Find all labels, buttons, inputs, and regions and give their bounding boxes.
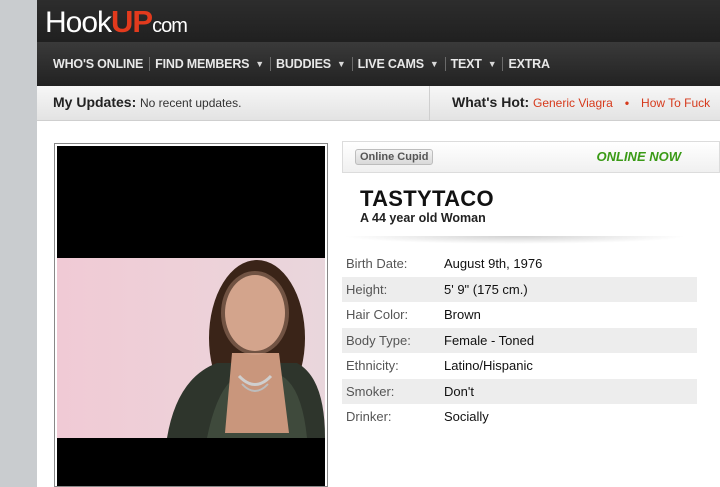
nav-label: FIND MEMBERS: [155, 57, 250, 71]
nav-label: BUDDIES: [276, 57, 331, 71]
section-divider: [342, 236, 688, 244]
caret-down-icon: ▼: [255, 59, 265, 69]
nav-divider: [270, 57, 272, 71]
profile-photo[interactable]: [57, 146, 325, 486]
detail-value: 5' 9" (175 cm.): [444, 281, 528, 297]
detail-value: Don't: [444, 383, 474, 399]
detail-row: Height: 5' 9" (175 cm.): [342, 276, 697, 302]
detail-value: Latino/Hispanic: [444, 358, 533, 374]
detail-row: Body Type: Female - Toned: [342, 327, 697, 353]
profile-photo-frame: [54, 143, 328, 487]
detail-row: Smoker: Don't: [342, 378, 697, 404]
caret-down-icon: ▼: [336, 59, 346, 69]
profile-photo-image: [57, 258, 325, 438]
logo-text-up: UP: [111, 4, 153, 39]
detail-label: Hair Color:: [346, 307, 409, 323]
nav-label: WHO'S ONLINE: [53, 57, 144, 71]
detail-value: August 9th, 1976: [444, 256, 543, 272]
detail-label: Body Type:: [346, 332, 411, 348]
person-photo-graphic: [167, 260, 325, 438]
profile-subtitle: A 44 year old Woman: [360, 211, 486, 225]
whats-hot-label: What's Hot:: [452, 94, 530, 110]
nav-label: EXTRA: [508, 57, 550, 71]
detail-row: Hair Color: Brown: [342, 302, 697, 328]
nav-divider: [351, 57, 353, 71]
my-updates-value: No recent updates.: [140, 96, 242, 110]
profile-username: TASTYTACO: [360, 186, 494, 211]
detail-label: Ethnicity:: [346, 358, 399, 374]
detail-value: Socially: [444, 409, 489, 425]
nav-text[interactable]: TEXT ▼: [451, 57, 503, 71]
updates-divider: [429, 86, 430, 120]
online-cupid-button[interactable]: Online Cupid: [355, 149, 434, 165]
profile-status-bar: Online Cupid ONLINE NOW: [342, 141, 720, 173]
profile-details: Birth Date: August 9th, 1976 Height: 5' 9"…: [342, 251, 697, 430]
nav-buddies[interactable]: BUDDIES ▼: [276, 57, 352, 71]
nav-extra[interactable]: EXTRA: [508, 57, 555, 71]
main-nav: WHO'S ONLINE FIND MEMBERS ▼ BUDDIES ▼ LIVE…: [37, 42, 720, 86]
hot-link[interactable]: How To Fuck: [641, 96, 710, 110]
nav-whos-online[interactable]: WHO'S ONLINE: [53, 57, 149, 71]
nav-divider: [149, 57, 151, 71]
detail-label: Birth Date:: [346, 256, 408, 272]
updates-bar: My Updates: No recent updates. What's Ho…: [37, 86, 720, 121]
detail-label: Drinker:: [346, 409, 392, 425]
detail-row: Drinker: Socially: [342, 404, 697, 430]
caret-down-icon: ▼: [429, 59, 439, 69]
caret-down-icon: ▼: [487, 59, 497, 69]
nav-divider: [444, 57, 446, 71]
hot-link[interactable]: Generic Viagra: [533, 96, 613, 110]
nav-label: TEXT: [450, 57, 482, 71]
detail-value: Female - Toned: [444, 332, 535, 348]
detail-row: Birth Date: August 9th, 1976: [342, 251, 697, 277]
bullet-icon: •: [624, 96, 630, 110]
page: Hook UP com WHO'S ONLINE FIND MEMBERS ▼ BUD…: [37, 0, 720, 487]
whats-hot-links: Generic Viagra • How To Fuck •: [533, 96, 720, 110]
nav-live-cams[interactable]: LIVE CAMS ▼: [358, 57, 445, 71]
nav-divider: [502, 57, 504, 71]
nav-label: LIVE CAMS: [357, 57, 424, 71]
detail-row: Ethnicity: Latino/Hispanic: [342, 353, 697, 379]
logo-text-com: com: [152, 15, 188, 37]
detail-value: Brown: [444, 307, 481, 323]
site-header: Hook UP com WHO'S ONLINE FIND MEMBERS ▼ BUD…: [37, 0, 720, 86]
logo-text-hook: Hook: [45, 6, 112, 39]
detail-label: Smoker:: [346, 383, 395, 399]
online-status: ONLINE NOW: [596, 149, 682, 164]
my-updates-label: My Updates:: [53, 94, 137, 110]
detail-label: Height:: [346, 281, 388, 297]
nav-find-members[interactable]: FIND MEMBERS ▼: [155, 57, 270, 71]
site-logo[interactable]: Hook UP com: [45, 4, 188, 40]
